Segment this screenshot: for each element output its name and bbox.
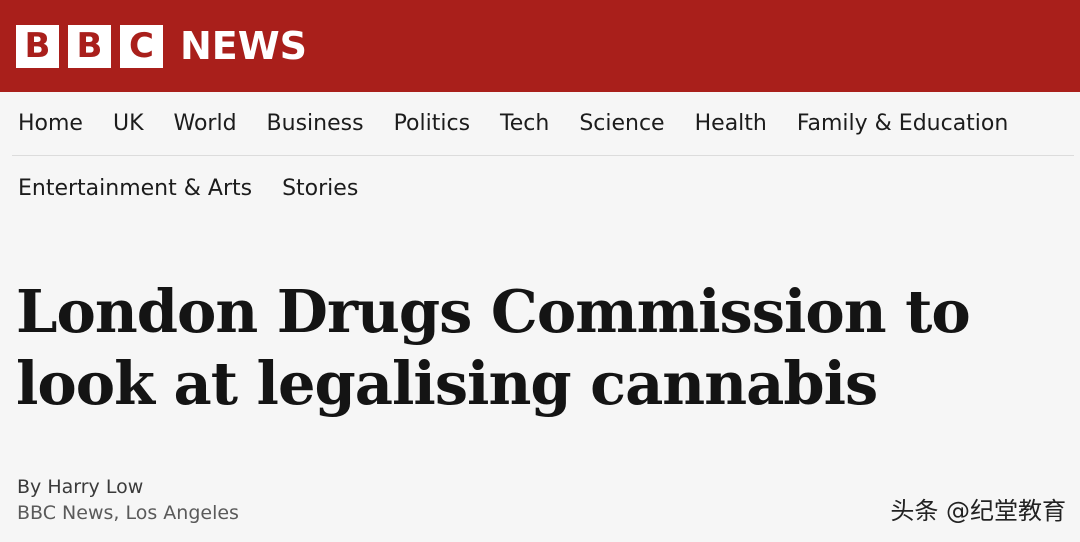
logo-letter-c: C (120, 24, 163, 68)
nav-item-tech[interactable]: Tech (500, 111, 549, 136)
logo-letter-b1: B (16, 24, 59, 68)
nav-item-entertainment-arts[interactable]: Entertainment & Arts (18, 176, 252, 201)
article-headline: London Drugs Commission to look at legal… (16, 277, 971, 418)
bbc-news-logo[interactable]: B B C NEWS (16, 23, 308, 68)
nav-item-home[interactable]: Home (18, 111, 83, 136)
nav-item-world[interactable]: World (174, 111, 237, 136)
nav-item-family-education[interactable]: Family & Education (797, 111, 1008, 136)
byline-source: BBC News, Los Angeles (17, 502, 239, 524)
nav-item-stories[interactable]: Stories (282, 176, 358, 201)
page: B B C NEWS Home UK World Business Politi… (0, 0, 1080, 542)
nav-item-science[interactable]: Science (579, 111, 664, 136)
nav-row-secondary: Entertainment & Arts Stories (0, 156, 1080, 220)
nav-item-business[interactable]: Business (267, 111, 364, 136)
byline-author: By Harry Low (17, 476, 144, 498)
nav-row-primary: Home UK World Business Politics Tech Sci… (12, 92, 1074, 156)
logo-news-word: NEWS (180, 23, 308, 68)
nav-item-politics[interactable]: Politics (394, 111, 470, 136)
nav-item-uk[interactable]: UK (113, 111, 144, 136)
article-byline: By Harry Low BBC News, Los Angeles (17, 474, 239, 526)
masthead: B B C NEWS (0, 0, 1080, 92)
toutiao-watermark: 头条 @纪堂教育 (890, 497, 1066, 525)
logo-letter-b2: B (68, 24, 111, 68)
main-navigation: Home UK World Business Politics Tech Sci… (0, 92, 1080, 220)
nav-item-health[interactable]: Health (695, 111, 767, 136)
